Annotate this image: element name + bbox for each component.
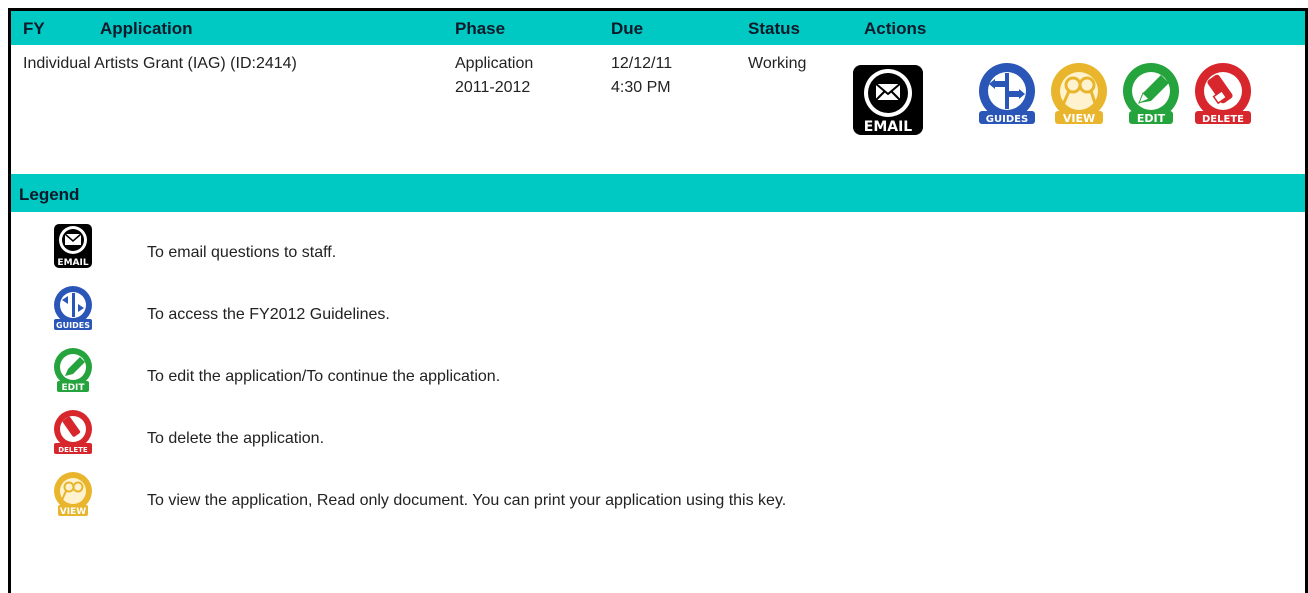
status-cell: Working bbox=[748, 55, 807, 72]
svg-text:VIEW: VIEW bbox=[1063, 112, 1095, 125]
due-cell: 12/12/11 4:30 PM bbox=[611, 52, 672, 100]
delete-icon: DELETE bbox=[1195, 63, 1251, 125]
svg-text:EMAIL: EMAIL bbox=[864, 119, 913, 135]
legend-guides-text: To access the FY2012 Guidelines. bbox=[147, 306, 390, 323]
guides-icon: GUIDES bbox=[979, 63, 1035, 125]
header-fy: FY bbox=[23, 19, 45, 38]
svg-text:EMAIL: EMAIL bbox=[57, 258, 88, 268]
guides-icon: GUIDES bbox=[54, 286, 92, 330]
legend-title: Legend bbox=[19, 185, 80, 204]
due-time: 4:30 PM bbox=[611, 79, 671, 96]
application-name: Individual Artists Grant (IAG) (ID:2414) bbox=[23, 55, 297, 72]
header-application: Application bbox=[100, 19, 193, 38]
email-icon: EMAIL bbox=[853, 65, 923, 135]
phase-line1: Application bbox=[455, 55, 534, 72]
email-action-button[interactable]: EMAIL bbox=[849, 63, 927, 137]
guides-action-button[interactable]: GUIDES bbox=[975, 61, 1039, 125]
view-icon: VIEW bbox=[54, 472, 92, 517]
legend-header: Legend bbox=[11, 174, 1305, 212]
view-icon: VIEW bbox=[1051, 63, 1107, 125]
view-action-button[interactable]: VIEW bbox=[1047, 61, 1111, 125]
legend-edit-text: To edit the application/To continue the … bbox=[147, 368, 501, 385]
legend-edit-icon: EDIT bbox=[53, 347, 93, 393]
legend-view-text: To view the application, Read only docum… bbox=[147, 492, 787, 509]
svg-text:EDIT: EDIT bbox=[1137, 112, 1166, 125]
due-date: 12/12/11 bbox=[611, 55, 673, 72]
table-header: FY Application Phase Due Status Actions bbox=[11, 11, 1305, 45]
svg-text:EDIT: EDIT bbox=[61, 383, 85, 393]
edit-action-button[interactable]: EDIT bbox=[1119, 61, 1183, 125]
legend-email-text: To email questions to staff. bbox=[147, 244, 337, 261]
svg-text:VIEW: VIEW bbox=[60, 507, 86, 517]
phase-line2: 2011-2012 bbox=[455, 79, 531, 96]
svg-text:GUIDES: GUIDES bbox=[986, 114, 1028, 125]
edit-icon: EDIT bbox=[54, 348, 92, 393]
legend-view-icon: VIEW bbox=[53, 471, 93, 517]
svg-text:DELETE: DELETE bbox=[58, 446, 88, 454]
email-icon: EMAIL bbox=[54, 224, 92, 268]
legend-delete-icon: DELETE bbox=[53, 409, 93, 455]
header-due: Due bbox=[611, 19, 644, 38]
delete-icon: DELETE bbox=[54, 410, 92, 454]
applications-panel: FY Application Phase Due Status Actions … bbox=[8, 8, 1308, 593]
delete-action-button[interactable]: DELETE bbox=[1191, 61, 1255, 125]
header-phase: Phase bbox=[455, 19, 506, 38]
edit-icon: EDIT bbox=[1123, 63, 1179, 125]
legend-email-icon: EMAIL bbox=[53, 223, 93, 269]
legend-delete-text: To delete the application. bbox=[147, 430, 325, 447]
phase-cell: Application 2011-2012 bbox=[455, 52, 533, 100]
svg-text:DELETE: DELETE bbox=[1202, 114, 1244, 125]
legend-guides-icon: GUIDES bbox=[53, 285, 93, 331]
svg-text:GUIDES: GUIDES bbox=[56, 321, 90, 330]
header-status: Status bbox=[748, 19, 800, 38]
header-actions: Actions bbox=[864, 19, 927, 38]
